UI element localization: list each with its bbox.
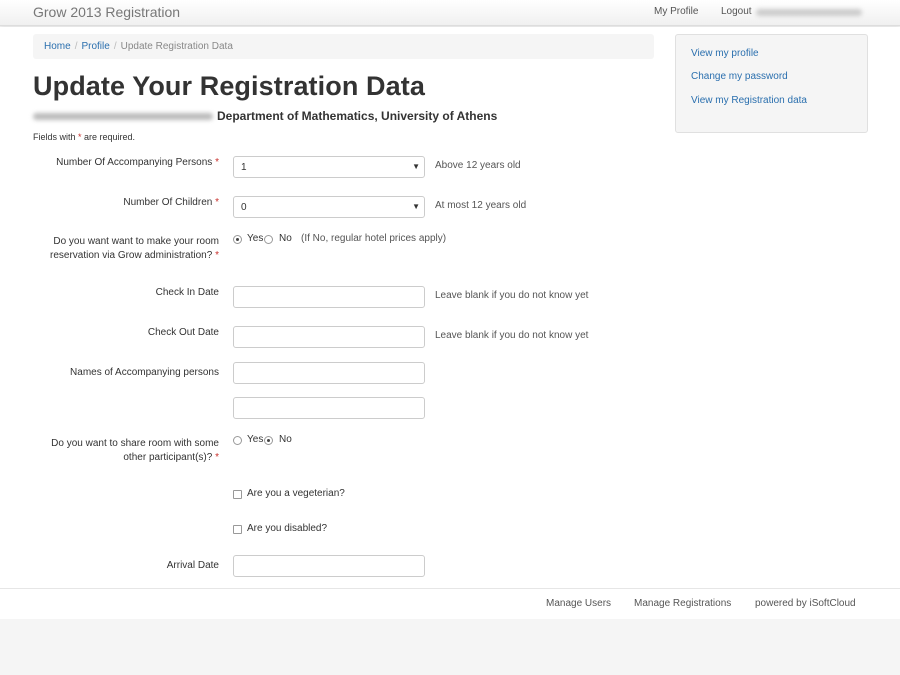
share-room-no-radio[interactable] xyxy=(264,436,273,445)
app-brand[interactable]: Grow 2013 Registration xyxy=(33,4,180,20)
names-input-1[interactable] xyxy=(233,362,425,384)
room-reservation-no-radio[interactable] xyxy=(264,235,273,244)
room-reservation-label: Do you want want to make your room reserv… xyxy=(50,236,219,261)
check-out-help: Leave blank if you do not know yet xyxy=(435,330,589,341)
manage-registrations-link[interactable]: Manage Registrations xyxy=(634,598,731,609)
names-input-2[interactable] xyxy=(233,397,425,419)
share-room-yes-label[interactable]: Yes xyxy=(247,434,263,445)
redacted-name xyxy=(33,113,213,120)
accompanying-select-value: 1 xyxy=(241,162,247,173)
powered-by-text: powered by iSoftCloud xyxy=(755,598,856,609)
children-select-value: 0 xyxy=(241,202,247,213)
children-label: Number Of Children * xyxy=(123,197,219,208)
required-star: * xyxy=(215,250,219,261)
check-in-label: Check In Date xyxy=(155,287,219,298)
share-room-label: Do you want to share room with some other… xyxy=(51,438,219,463)
breadcrumb: Home / Profile / Update Registration Data xyxy=(33,34,654,59)
check-out-label: Check Out Date xyxy=(147,327,219,338)
check-in-help: Leave blank if you do not know yet xyxy=(435,290,589,301)
check-out-input[interactable] xyxy=(233,326,425,348)
required-star: * xyxy=(215,452,219,463)
vegetarian-label[interactable]: Are you a vegeterian? xyxy=(247,488,345,499)
arrival-label: Arrival Date xyxy=(166,560,219,571)
footer: Manage Users Manage Registrations powere… xyxy=(0,588,900,619)
breadcrumb-home[interactable]: Home xyxy=(44,41,71,52)
children-help: At most 12 years old xyxy=(435,200,527,211)
accompanying-select[interactable]: 1 ▼ xyxy=(233,156,425,178)
arrival-input[interactable] xyxy=(233,555,425,577)
children-select[interactable]: 0 ▼ xyxy=(233,196,425,218)
breadcrumb-current: Update Registration Data xyxy=(120,41,233,52)
room-reservation-no-label[interactable]: No xyxy=(279,233,292,244)
page-subtitle: Department of Mathematics, University of… xyxy=(217,109,498,123)
share-room-no-label[interactable]: No xyxy=(279,434,292,445)
breadcrumb-profile[interactable]: Profile xyxy=(81,41,109,52)
sidebar-item-change-password[interactable]: Change my password xyxy=(691,71,788,82)
sidebar-item-view-registration[interactable]: View my Registration data xyxy=(691,95,807,106)
required-star: * xyxy=(215,197,219,208)
names-label: Names of Accompanying persons xyxy=(70,367,219,378)
accompanying-label: Number Of Accompanying Persons * xyxy=(56,157,219,168)
required-note: Fields with * are required. xyxy=(33,132,136,142)
breadcrumb-separator: / xyxy=(74,41,78,52)
manage-users-link[interactable]: Manage Users xyxy=(546,598,611,609)
share-room-yes-radio[interactable] xyxy=(233,436,242,445)
disabled-checkbox[interactable] xyxy=(233,525,242,534)
room-reservation-help: (If No, regular hotel prices apply) xyxy=(301,233,447,244)
redacted-username xyxy=(756,9,862,16)
chevron-down-icon: ▼ xyxy=(412,202,420,211)
check-in-input[interactable] xyxy=(233,286,425,308)
breadcrumb-separator: / xyxy=(113,41,117,52)
vegetarian-checkbox[interactable] xyxy=(233,490,242,499)
disabled-label[interactable]: Are you disabled? xyxy=(247,523,327,534)
chevron-down-icon: ▼ xyxy=(412,162,420,171)
sidebar-menu: View my profile Change my password View … xyxy=(675,34,868,133)
my-profile-link[interactable]: My Profile xyxy=(654,6,698,17)
sidebar-item-view-profile[interactable]: View my profile xyxy=(691,48,759,59)
room-reservation-yes-radio[interactable] xyxy=(233,235,242,244)
room-reservation-yes-label[interactable]: Yes xyxy=(247,233,263,244)
required-star: * xyxy=(215,157,219,168)
logout-link[interactable]: Logout xyxy=(721,6,752,17)
top-navbar: Grow 2013 Registration My Profile Logout xyxy=(0,0,900,26)
page-title: Update Your Registration Data xyxy=(33,71,425,101)
accompanying-help: Above 12 years old xyxy=(435,160,521,171)
main-page: Home / Profile / Update Registration Data Vi… xyxy=(0,27,900,588)
